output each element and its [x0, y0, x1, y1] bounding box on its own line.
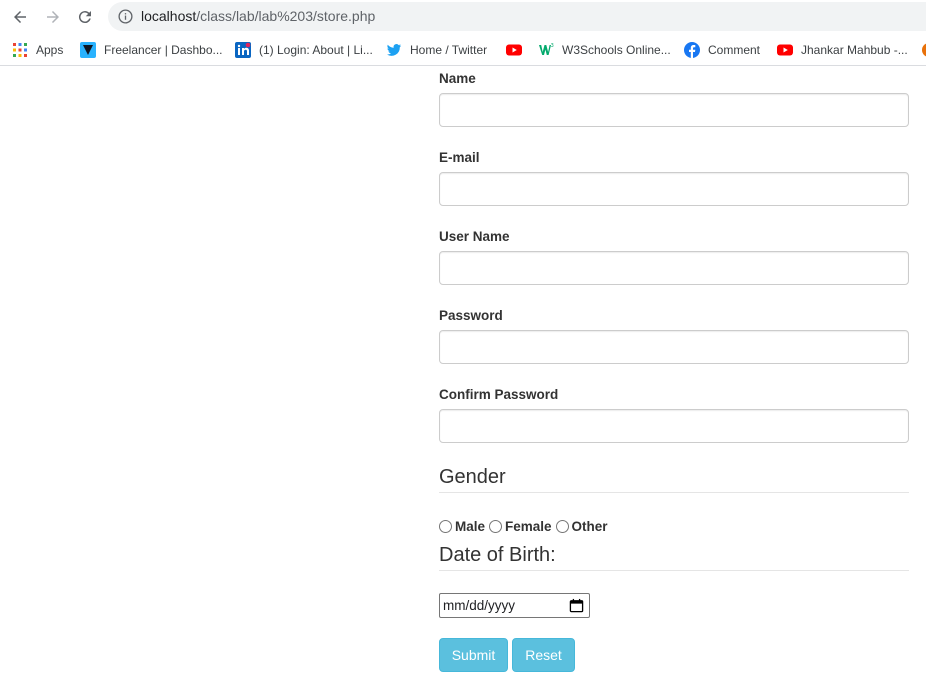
twitter-icon [386, 42, 402, 58]
calendar-icon[interactable] [569, 598, 584, 613]
address-bar[interactable]: localhost/class/lab/lab%203/store.php [108, 2, 926, 31]
dob-date-input[interactable]: mm/dd/yyyy [439, 593, 590, 618]
linkedin-icon [235, 42, 251, 58]
browser-toolbar: localhost/class/lab/lab%203/store.php [0, 0, 926, 34]
confirm-password-label: Confirm Password [439, 387, 559, 402]
email-label: E-mail [439, 150, 480, 165]
password-label: Password [439, 308, 503, 323]
male-label: Male [455, 518, 486, 534]
youtube-icon [777, 42, 793, 58]
reset-button[interactable]: Reset [512, 638, 575, 672]
bookmark-freelancer[interactable]: Freelancer | Dashbo... [80, 40, 223, 60]
name-input[interactable] [439, 93, 909, 127]
bookmark-label: Freelancer | Dashbo... [104, 43, 223, 57]
freelancer-icon [80, 42, 96, 58]
gender-radio-group: Male Female Other [439, 517, 612, 535]
password-input[interactable] [439, 330, 909, 364]
arrow-left-icon [14, 11, 26, 23]
dob-placeholder: mm/dd/yyyy [443, 598, 516, 613]
confirm-password-input[interactable] [439, 409, 909, 443]
arrow-right-icon [47, 11, 59, 23]
female-label: Female [505, 518, 552, 534]
partial-favicon-icon [921, 42, 926, 58]
bookmark-w3schools[interactable]: 3 W3Schools Online... [538, 40, 671, 60]
back-button[interactable] [8, 5, 32, 29]
username-label: User Name [439, 229, 510, 244]
w3schools-icon: 3 [538, 42, 554, 58]
url-text: localhost/class/lab/lab%203/store.php [141, 8, 375, 24]
bookmark-overflow[interactable] [921, 40, 926, 60]
reload-icon [78, 11, 91, 24]
bookmark-label: W3Schools Online... [562, 43, 671, 57]
facebook-icon [684, 42, 700, 58]
female-radio[interactable] [489, 519, 503, 533]
bookmark-apps[interactable]: Apps [12, 40, 63, 60]
bookmark-linkedin[interactable]: (1) Login: About | Li... [235, 40, 373, 60]
dob-legend: Date of Birth: [439, 544, 909, 571]
bookmark-jhankar[interactable]: Jhankar Mahbub -... [777, 40, 908, 60]
forward-button[interactable] [41, 5, 65, 29]
info-icon[interactable] [118, 9, 133, 24]
bookmark-label: Jhankar Mahbub -... [801, 43, 908, 57]
apps-grid-icon [12, 42, 28, 58]
submit-button[interactable]: Submit [439, 638, 508, 672]
email-input[interactable] [439, 172, 909, 206]
bookmarks-bar: Apps Freelancer | Dashbo... (1) Login: A… [0, 34, 926, 66]
reload-button[interactable] [73, 5, 97, 29]
bookmark-comment[interactable]: Comment [684, 40, 760, 60]
url-host: localhost [141, 8, 197, 24]
bookmark-label: Comment [708, 43, 761, 57]
bookmark-youtube[interactable] [506, 40, 530, 60]
bookmark-label: Home / Twitter [410, 43, 488, 57]
male-radio[interactable] [439, 519, 452, 533]
url-path: /class/lab/lab%203/store.php [196, 8, 376, 24]
gender-legend: Gender [439, 466, 909, 493]
username-input[interactable] [439, 251, 909, 285]
name-label: Name [439, 71, 476, 86]
bookmark-label: (1) Login: About | Li... [259, 43, 373, 57]
svg-text:3: 3 [551, 43, 554, 49]
youtube-icon [506, 42, 522, 58]
bookmark-label: Apps [36, 43, 64, 57]
other-radio[interactable] [555, 519, 569, 533]
bookmark-twitter[interactable]: Home / Twitter [386, 40, 487, 60]
other-label: Other [571, 518, 608, 534]
